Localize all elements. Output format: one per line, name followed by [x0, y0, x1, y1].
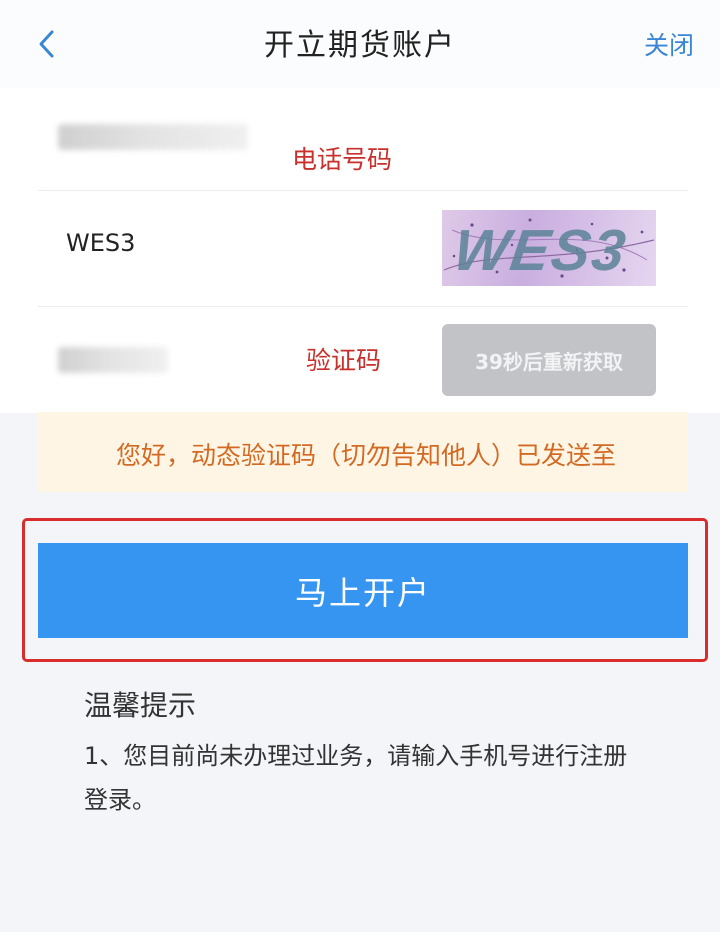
sms-code-annotation: 验证码: [306, 346, 382, 375]
tips-body: 1、您目前尚未办理过业务，请输入手机号进行注册登录。: [84, 742, 628, 814]
open-account-button[interactable]: 马上开户: [38, 543, 688, 638]
tips-title: 温馨提示: [84, 689, 197, 722]
phone-number-field[interactable]: [58, 124, 248, 150]
phone-annotation: 电话号码: [292, 145, 393, 174]
resend-code-button[interactable]: 39秒后重新获取: [442, 324, 656, 396]
notice-text: 您好，动态验证码（切勿告知他人）已发送至: [116, 441, 617, 470]
page-title: 开立期货账户: [264, 28, 456, 63]
account-form: 电话号码 WES3 WES3 验证码 39秒后重新获取: [0, 88, 720, 413]
sms-code-field[interactable]: [58, 347, 168, 373]
captcha-text: WES3: [450, 218, 631, 283]
captcha-image[interactable]: WES3: [442, 210, 656, 286]
close-button[interactable]: 关闭: [644, 26, 694, 62]
notice-banner: 您好，动态验证码（切勿告知他人）已发送至: [38, 412, 688, 492]
phone-row: 电话号码: [38, 88, 688, 191]
captcha-graphic: WES3: [443, 218, 655, 283]
sms-code-row: 验证码 39秒后重新获取: [38, 307, 688, 413]
top-bar: 开立期货账户 关闭: [0, 0, 720, 88]
captcha-input[interactable]: WES3: [66, 229, 135, 257]
captcha-row: WES3 WES3: [38, 191, 688, 307]
